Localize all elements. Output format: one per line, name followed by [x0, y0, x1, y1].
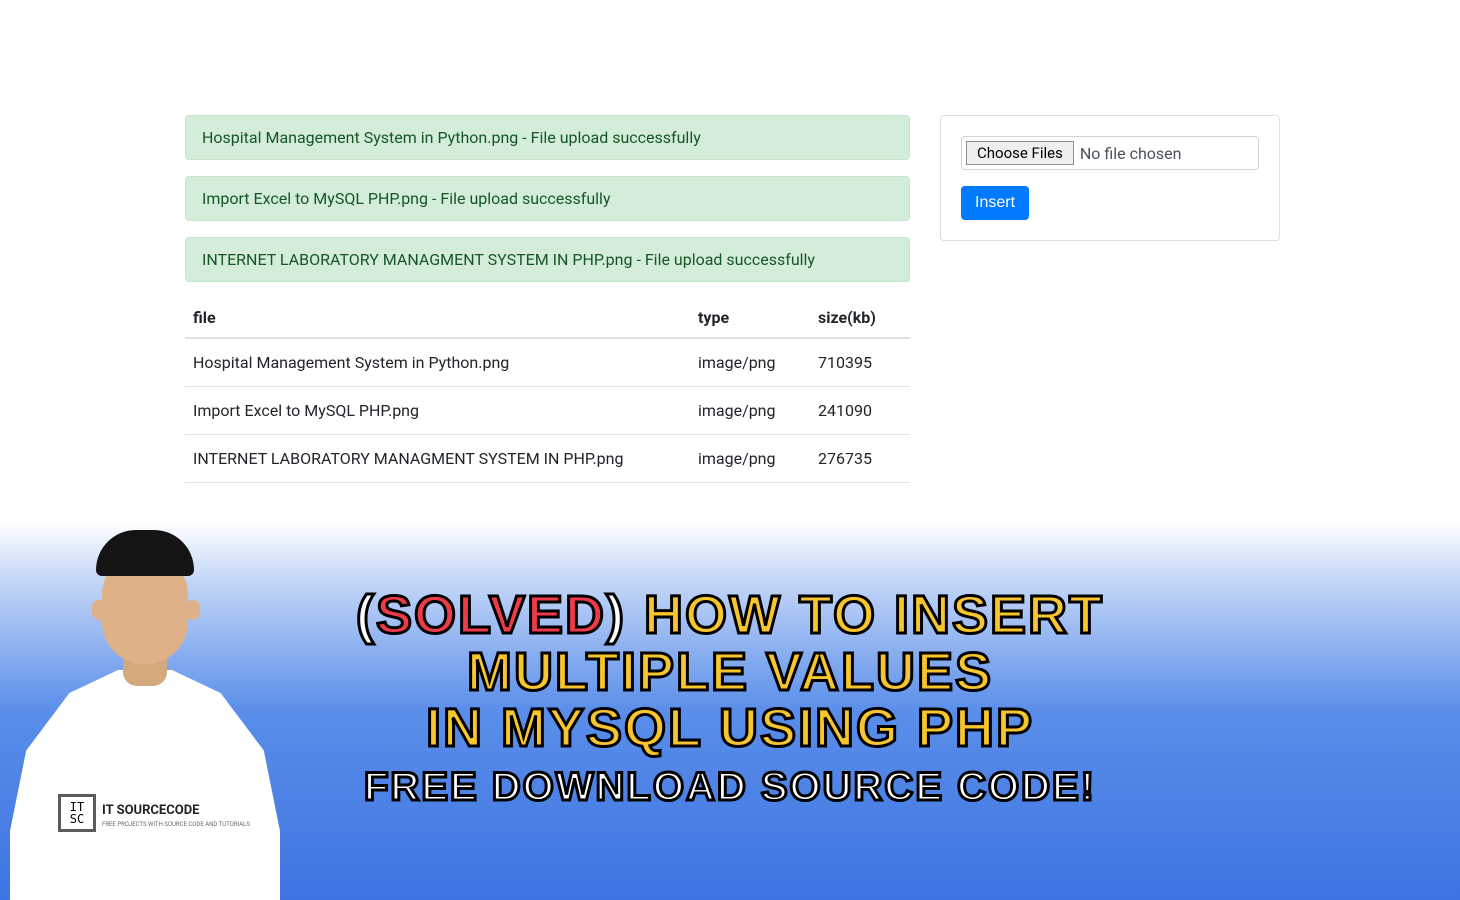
person-ear [186, 600, 200, 620]
brand-tagline: FREE PROJECTS WITH SOURCE CODE AND TUTOR… [102, 821, 250, 828]
person-ear [92, 600, 106, 620]
upload-card: Choose Files No file chosen Insert [940, 115, 1280, 241]
hero-bracket-open: ( [356, 585, 376, 645]
cell-type: image/png [690, 338, 810, 387]
table-header-row: file type size(kb) [185, 298, 910, 338]
tshirt [10, 670, 280, 900]
cell-size: 710395 [810, 338, 910, 387]
col-file: file [185, 298, 690, 338]
files-table: file type size(kb) Hospital Management S… [185, 298, 910, 483]
brand-logo: IT SC [58, 794, 96, 832]
table-row: Hospital Management System in Python.png… [185, 338, 910, 387]
cell-file: Import Excel to MySQL PHP.png [185, 387, 690, 435]
table-row: Import Excel to MySQL PHP.png image/png … [185, 387, 910, 435]
cell-size: 276735 [810, 435, 910, 483]
hero-bracket-close: ) [606, 585, 626, 645]
cell-type: image/png [690, 387, 810, 435]
file-input[interactable]: Choose Files No file chosen [961, 136, 1259, 170]
col-type: type [690, 298, 810, 338]
hero-line1-right: HOW TO INSERT [644, 587, 1104, 644]
hero-solved: SOLVED [376, 585, 606, 645]
success-alert: Hospital Management System in Python.png… [185, 115, 910, 160]
success-alert: Import Excel to MySQL PHP.png - File upl… [185, 176, 910, 221]
presenter-image: IT SC IT SOURCECODE FREE PROJECTS WITH S… [10, 490, 280, 900]
cell-size: 241090 [810, 387, 910, 435]
insert-button[interactable]: Insert [961, 186, 1029, 220]
cell-file: INTERNET LABORATORY MANAGMENT SYSTEM IN … [185, 435, 690, 483]
person-hair [96, 530, 194, 576]
table-row: INTERNET LABORATORY MANAGMENT SYSTEM IN … [185, 435, 910, 483]
success-alert: INTERNET LABORATORY MANAGMENT SYSTEM IN … [185, 237, 910, 282]
main-column: Hospital Management System in Python.png… [185, 115, 910, 483]
cell-type: image/png [690, 435, 810, 483]
file-input-placeholder: No file chosen [1080, 144, 1182, 163]
col-size: size(kb) [810, 298, 910, 338]
cell-file: Hospital Management System in Python.png [185, 338, 690, 387]
brand-name: IT SOURCECODE [102, 803, 199, 818]
choose-files-button[interactable]: Choose Files [966, 141, 1074, 165]
